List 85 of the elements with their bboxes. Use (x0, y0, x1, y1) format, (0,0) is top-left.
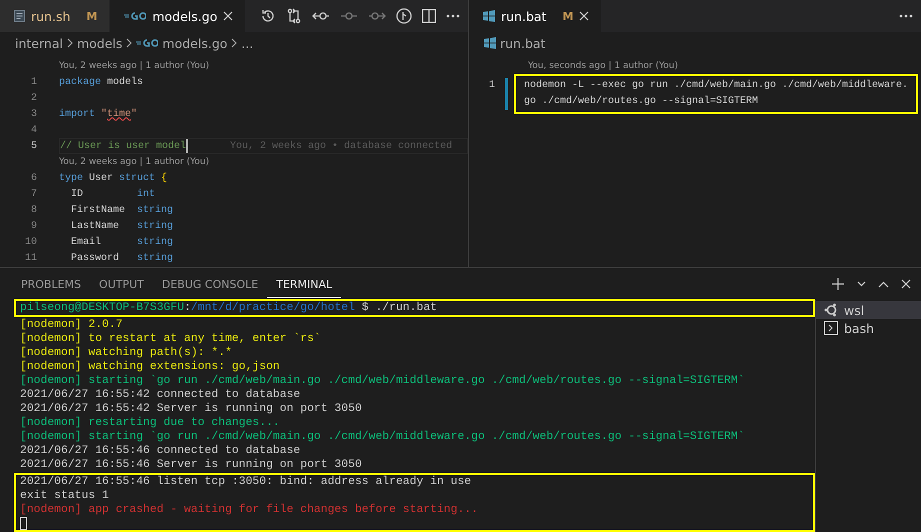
windows-file-icon (483, 10, 495, 22)
terminal-line: [nodemon] 2.0.7 (20, 318, 123, 332)
line-number: 3 (30, 108, 37, 120)
terminal-list-item[interactable]: bash (816, 319, 921, 337)
line-number: 1 (30, 76, 37, 88)
line-number: 5 (30, 140, 37, 152)
line-number: 10 (24, 236, 37, 248)
terminal-line: 2021/06/27 16:55:46 Server is running on port 3050 (20, 458, 362, 472)
terminal-line: [nodemon] starting `go run ./cmd/web/main.go ./cmd/web/middleware.go ./cmd/web/routes.go --signal=SIGTERM` (20, 430, 745, 444)
text-cursor-icon (186, 139, 188, 153)
history-icon[interactable] (260, 8, 276, 24)
line-number: 11 (24, 252, 37, 264)
line-number: 4 (30, 124, 37, 136)
modified-label: M (86, 10, 98, 22)
code-line: package models (59, 76, 144, 88)
code-line: FirstName string (70, 204, 174, 216)
git-graph-icon[interactable] (396, 8, 412, 24)
code-line: ID int (70, 188, 156, 200)
code-line: Password string (70, 252, 174, 264)
code-line: LastName string (70, 220, 174, 232)
breadcrumb-item[interactable]: run.bat (484, 36, 546, 50)
breadcrumb-item[interactable]: models.go (136, 36, 228, 50)
chevron-right-icon (126, 38, 132, 48)
terminal-line: 2021/06/27 16:55:46 connected to database (20, 444, 300, 458)
close-icon[interactable] (223, 11, 234, 21)
terminal-icon (824, 321, 838, 335)
editor-tab[interactable]: run.bat M (469, 0, 602, 32)
line-number: 8 (30, 204, 37, 216)
modified-label: M (562, 10, 574, 22)
code-line: type User struct { (59, 172, 168, 184)
terminal-line: [nodemon] starting `go run ./cmd/web/main.go ./cmd/web/middleware.go ./cmd/web/routes.go --signal=SIGTERM` (20, 374, 745, 388)
terminal-line: [nodemon] watching path(s): *.* (20, 346, 232, 360)
codelens-text[interactable]: You, 2 weeks ago | 1 author (You) (59, 157, 210, 167)
line-number: 6 (30, 172, 37, 184)
terminal-line: [nodemon] to restart at any time, enter `rs` (20, 332, 321, 346)
chevron-right-icon (231, 38, 238, 48)
terminal-line: [nodemon] app crashed - waiting for file changes before starting... (20, 503, 478, 517)
line-number: 2 (30, 92, 37, 104)
close-icon[interactable] (579, 11, 590, 21)
more-icon[interactable] (899, 14, 913, 18)
code-line: Email string (70, 236, 174, 248)
ubuntu-icon (824, 303, 838, 317)
blame-annotation: You, 2 weeks ago • database connected (230, 140, 452, 152)
go-file-icon (136, 38, 158, 48)
change-indicator (505, 78, 508, 110)
panel-tab[interactable]: TERMINAL (267, 270, 342, 298)
codelens-text[interactable]: You, 2 weeks ago | 1 author (You) (59, 61, 210, 71)
breadcrumb-item[interactable]: internal (15, 36, 63, 50)
line-number: 7 (30, 188, 37, 200)
prompt-separator: : (184, 302, 191, 314)
terminal-line: [nodemon] watching extensions: go,json (20, 360, 280, 374)
code-line: go ./cmd/web/routes.go --signal=SIGTERM (524, 94, 760, 109)
line-number: 9 (30, 220, 37, 232)
prompt-path: /mnt/d/practice/go/hotel (190, 302, 355, 314)
close-icon[interactable] (901, 279, 911, 289)
more-icon[interactable] (446, 14, 460, 18)
chevron-right-icon (66, 38, 73, 48)
codelens-text[interactable]: You, seconds ago | 1 author (You) (528, 61, 678, 71)
windows-file-icon (484, 37, 496, 49)
code-line: import "time" (59, 108, 138, 120)
terminal-line: 2021/06/27 16:55:42 connected to database (20, 388, 300, 402)
terminal-line: [nodemon] restarting due to changes... (20, 416, 280, 430)
chevron-down-icon[interactable] (857, 281, 866, 287)
prompt-command: $ ./run.bat (362, 302, 437, 314)
terminal-line: exit status 1 (20, 489, 109, 503)
panel-tab[interactable]: PROBLEMS (12, 270, 90, 298)
panel-tab[interactable]: OUTPUT (90, 270, 153, 298)
file-icon (14, 10, 25, 22)
code-line: // User is user model (60, 140, 186, 152)
line-number: 1 (488, 79, 495, 93)
editor-tab[interactable]: models.go (110, 0, 246, 32)
terminal-line: 2021/06/27 16:55:46 listen tcp :3050: bind: address already in use (20, 475, 472, 489)
split-editor-icon[interactable] (422, 9, 436, 23)
code-line: nodemon -L --exec go run ./cmd/web/main.go ./cmd/web/middleware. (524, 78, 908, 93)
terminal-list-item[interactable]: wsl (816, 301, 921, 319)
go-file-icon (124, 11, 146, 21)
compare-changes-icon[interactable] (286, 8, 302, 24)
panel-tab[interactable]: DEBUG CONSOLE (152, 270, 268, 298)
breadcrumb-item[interactable]: ... (241, 36, 254, 50)
plus-icon[interactable] (831, 277, 845, 291)
chevron-up-icon[interactable] (878, 280, 889, 288)
terminal-line: 2021/06/27 16:55:42 Server is running on port 3050 (20, 402, 362, 416)
breadcrumb-item[interactable]: models (76, 36, 122, 50)
editor-tab[interactable]: run.sh M (0, 0, 110, 32)
prompt-user: pilseong@DESKTOP-B7S3GFU (20, 302, 184, 314)
